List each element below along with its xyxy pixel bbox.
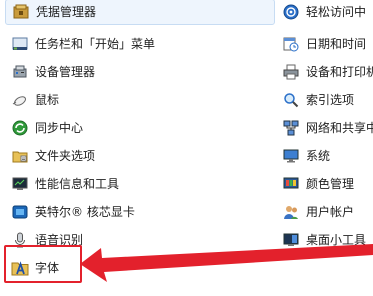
network-icon <box>282 119 300 137</box>
item-taskbar[interactable]: 任务栏和「开始」菜单 <box>5 30 275 58</box>
item-sync-center[interactable]: 同步中心 <box>5 114 275 142</box>
item-system[interactable]: 系统 <box>276 142 373 170</box>
printer-icon <box>282 63 300 81</box>
item-devices-printers[interactable]: 设备和打印机 <box>276 58 373 86</box>
intel-graphics-icon <box>11 203 29 221</box>
indexing-icon <box>282 91 300 109</box>
item-performance[interactable]: 性能信息和工具 <box>5 170 275 198</box>
item-label: 英特尔® 核芯显卡 <box>35 205 135 219</box>
control-panel-view: 凭据管理器 任务栏和「开始」菜单 设备管理器 鼠标 同步中心 文件夹选项 性能信… <box>0 0 373 296</box>
gadgets-icon <box>282 231 300 249</box>
folder-options-icon <box>11 147 29 165</box>
item-desktop-gadgets[interactable]: 桌面小工具 <box>276 226 373 254</box>
item-label: 设备管理器 <box>35 65 96 79</box>
item-label: 性能信息和工具 <box>35 177 120 191</box>
ease-of-access-icon <box>282 3 300 21</box>
sync-center-icon <box>11 119 29 137</box>
system-icon <box>282 147 300 165</box>
item-label: 桌面小工具 <box>306 233 367 247</box>
item-speech-recognition[interactable]: 语音识别 <box>5 226 275 254</box>
item-label: 网络和共享中 <box>306 121 373 135</box>
item-label: 文件夹选项 <box>35 149 96 163</box>
item-label: 字体 <box>35 261 60 275</box>
performance-icon <box>11 175 29 193</box>
credential-manager-icon <box>12 3 30 21</box>
mouse-icon <box>11 91 29 109</box>
item-intel-graphics[interactable]: 英特尔® 核芯显卡 <box>5 198 275 226</box>
item-credential-manager[interactable]: 凭据管理器 <box>5 0 275 25</box>
item-label: 同步中心 <box>35 121 84 135</box>
item-fonts[interactable]: 字体 <box>5 254 275 282</box>
taskbar-icon <box>11 35 29 53</box>
item-indexing-options[interactable]: 索引选项 <box>276 86 373 114</box>
item-label: 凭据管理器 <box>36 5 97 19</box>
item-label: 语音识别 <box>35 233 84 247</box>
item-label: 日期和时间 <box>306 37 367 51</box>
item-network-sharing[interactable]: 网络和共享中 <box>276 114 373 142</box>
left-column: 凭据管理器 任务栏和「开始」菜单 设备管理器 鼠标 同步中心 文件夹选项 性能信… <box>5 0 275 278</box>
item-label: 系统 <box>306 149 331 163</box>
color-management-icon <box>282 175 300 193</box>
item-folder-options[interactable]: 文件夹选项 <box>5 142 275 170</box>
item-label: 颜色管理 <box>306 177 355 191</box>
item-user-accounts[interactable]: 用户帐户 <box>276 198 373 226</box>
item-label: 轻松访问中 <box>306 5 367 19</box>
item-label: 任务栏和「开始」菜单 <box>35 37 156 51</box>
item-label: 用户帐户 <box>306 205 355 219</box>
user-accounts-icon <box>282 203 300 221</box>
item-color-management[interactable]: 颜色管理 <box>276 170 373 198</box>
item-device-manager[interactable]: 设备管理器 <box>5 58 275 86</box>
item-label: 设备和打印机 <box>306 65 373 79</box>
item-ease-of-access[interactable]: 轻松访问中 <box>276 0 373 25</box>
device-manager-icon <box>11 63 29 81</box>
item-label: 索引选项 <box>306 93 355 107</box>
item-mouse[interactable]: 鼠标 <box>5 86 275 114</box>
item-date-time[interactable]: 日期和时间 <box>276 30 373 58</box>
microphone-icon <box>11 231 29 249</box>
fonts-icon <box>11 259 29 277</box>
date-time-icon <box>282 35 300 53</box>
right-column: 轻松访问中 日期和时间 设备和打印机 索引选项 网络和共享中 系统 颜色管理 用… <box>276 0 373 250</box>
item-label: 鼠标 <box>35 93 60 107</box>
